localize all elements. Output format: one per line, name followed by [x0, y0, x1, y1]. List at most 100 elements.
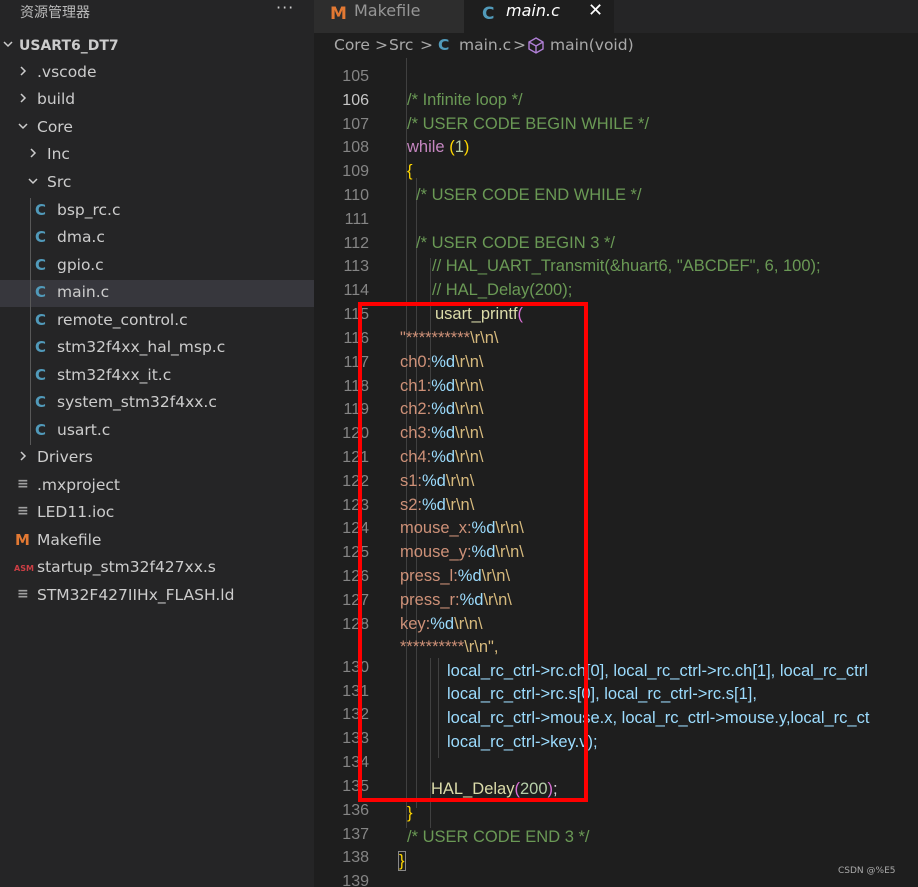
breadcrumb-item-core[interactable]: Core — [334, 36, 370, 54]
code-line-124: mouse_x:%d\r\n\ — [400, 519, 524, 538]
breadcrumb-separator: > — [375, 36, 388, 54]
tree-file-system[interactable]: C system_stm32f4xx.c — [0, 390, 314, 417]
tree-item-label: dma.c — [57, 228, 105, 246]
chevron-down-icon — [27, 174, 39, 188]
tab-main-c[interactable]: C main.c ✕ — [464, 0, 614, 33]
breadcrumb-item-src[interactable]: Src — [389, 36, 413, 54]
tree-file-remote-control[interactable]: C remote_control.c — [0, 308, 314, 335]
method-cube-icon — [528, 37, 544, 58]
tree-item-label: gpio.c — [57, 256, 104, 274]
tree-file-usart[interactable]: C usart.c — [0, 418, 314, 445]
tree-file-makefile[interactable]: M Makefile — [0, 528, 314, 555]
tree-item-label: Inc — [47, 145, 70, 163]
code-comment: /* USER CODE END 3 */ — [407, 828, 590, 846]
code-line-129: **********\r\n", — [400, 638, 499, 657]
code-line-132: local_rc_ctrl->mouse.x, local_rc_ctrl->m… — [447, 709, 869, 728]
code-keyword: while — [407, 138, 445, 156]
line-number: 134 — [342, 754, 369, 771]
line-number: 107 — [342, 116, 369, 133]
code-args: local_rc_ctrl->key.v); — [447, 733, 598, 751]
tree-folder-inc[interactable]: Inc — [0, 142, 314, 169]
code-line-122: s1:%d\r\n\ — [400, 472, 474, 491]
tree-item-label: stm32f4xx_it.c — [57, 366, 172, 384]
tree-file-gpio[interactable]: C gpio.c — [0, 253, 314, 280]
code-format: %d — [431, 424, 456, 442]
tab-makefile[interactable]: M Makefile — [314, 0, 464, 33]
code-escape: \r\n\ — [455, 448, 484, 466]
tree-folder-drivers[interactable]: Drivers — [0, 445, 314, 472]
code-string: ch0: — [400, 353, 432, 371]
code-escape: \r\n\ — [470, 329, 499, 347]
tree-item-label: STM32F427IIHx_FLASH.ld — [37, 586, 235, 604]
code-line-125: mouse_y:%d\r\n\ — [400, 543, 524, 562]
tab-label: Makefile — [354, 1, 421, 20]
code-args: local_rc_ctrl->mouse.x, local_rc_ctrl->m… — [447, 709, 870, 727]
tab-label: main.c — [506, 1, 560, 20]
tree-file-dma[interactable]: C dma.c — [0, 225, 314, 252]
makefile-icon: M — [330, 4, 347, 24]
code-line-133: local_rc_ctrl->key.v); — [447, 733, 598, 752]
code-string: mouse_y: — [400, 543, 472, 561]
more-actions-icon[interactable]: ··· — [276, 0, 294, 17]
c-file-icon: C — [35, 421, 47, 439]
tree-item-label: .mxproject — [37, 476, 120, 494]
tree-file-ioc[interactable]: ≡ LED11.ioc — [0, 500, 314, 527]
c-file-icon: C — [35, 338, 47, 356]
breadcrumb-separator: > — [513, 36, 526, 54]
code-format: %d — [422, 496, 446, 514]
chevron-down-icon — [2, 37, 14, 51]
tree-item-label: Drivers — [37, 448, 93, 466]
tree-file-linker[interactable]: ≡ STM32F427IIHx_FLASH.ld — [0, 583, 314, 610]
line-number: 131 — [342, 683, 369, 700]
tree-file-startup[interactable]: ASM startup_stm32f427xx.s — [0, 555, 314, 582]
line-number: 115 — [343, 306, 369, 323]
tree-file-it[interactable]: C stm32f4xx_it.c — [0, 363, 314, 390]
tree-folder-build[interactable]: build — [0, 87, 314, 114]
tree-file-mxproject[interactable]: ≡ .mxproject — [0, 473, 314, 500]
code-number: 200 — [519, 780, 548, 798]
code-line-117: ch0:%d\r\n\ — [400, 353, 483, 372]
tree-folder-core[interactable]: Core — [0, 115, 314, 142]
code-string: "********** — [400, 329, 471, 347]
line-number: 130 — [342, 659, 369, 676]
chevron-right-icon — [17, 91, 29, 105]
code-format: %d — [430, 615, 455, 633]
tree-folder-src[interactable]: Src — [0, 170, 314, 197]
code-format: %d — [471, 519, 496, 537]
code-string: ch4: — [400, 448, 432, 466]
project-root[interactable]: USART6_DT7 — [0, 33, 314, 60]
line-number: 119 — [343, 401, 369, 418]
tree-item-label: Core — [37, 118, 73, 136]
line-number: 116 — [343, 330, 369, 347]
code-line-136: } — [407, 804, 413, 822]
breadcrumb-item-function[interactable]: main(void) — [550, 36, 634, 54]
code-line-106: /* Infinite loop */ — [407, 91, 523, 110]
watermark: CSDN @%E5 — [838, 866, 896, 876]
tree-file-bsp-rc[interactable]: C bsp_rc.c — [0, 198, 314, 225]
code-args: local_rc_ctrl->rc.s[0], local_rc_ctrl->r… — [447, 685, 757, 703]
c-file-icon: C — [35, 228, 47, 246]
c-file-icon: C — [35, 256, 47, 274]
line-number: 113 — [343, 258, 369, 275]
code-escape: \r\n\ — [445, 472, 475, 490]
code-string: press_l: — [400, 567, 458, 585]
code-editor[interactable]: 105 106 107 108 109 110 111 112 113 114 … — [314, 58, 918, 887]
code-line-116: "**********\r\n\ — [400, 329, 499, 348]
tree-file-hal-msp[interactable]: C stm32f4xx_hal_msp.c — [0, 335, 314, 362]
code-line-112: /* USER CODE BEGIN 3 */ — [416, 234, 615, 253]
close-icon[interactable]: ✕ — [588, 0, 603, 21]
c-file-icon: C — [438, 36, 450, 54]
code-string: s1: — [400, 472, 423, 490]
tree-folder-vscode[interactable]: .vscode — [0, 60, 314, 87]
tab-bar: M Makefile C main.c ✕ — [314, 0, 918, 33]
code-string: mouse_x: — [400, 519, 472, 537]
code-format: %d — [471, 543, 496, 561]
code-function: HAL_Delay — [431, 780, 515, 798]
code-comment: /* USER CODE BEGIN WHILE */ — [407, 115, 650, 133]
tree-item-label: main.c — [57, 283, 110, 301]
line-number: 125 — [342, 544, 369, 561]
breadcrumb-item-file[interactable]: main.c — [459, 36, 511, 54]
tree-file-main[interactable]: C main.c — [0, 280, 314, 307]
tree-item-label: bsp_rc.c — [57, 201, 121, 219]
chevron-right-icon — [27, 146, 39, 160]
